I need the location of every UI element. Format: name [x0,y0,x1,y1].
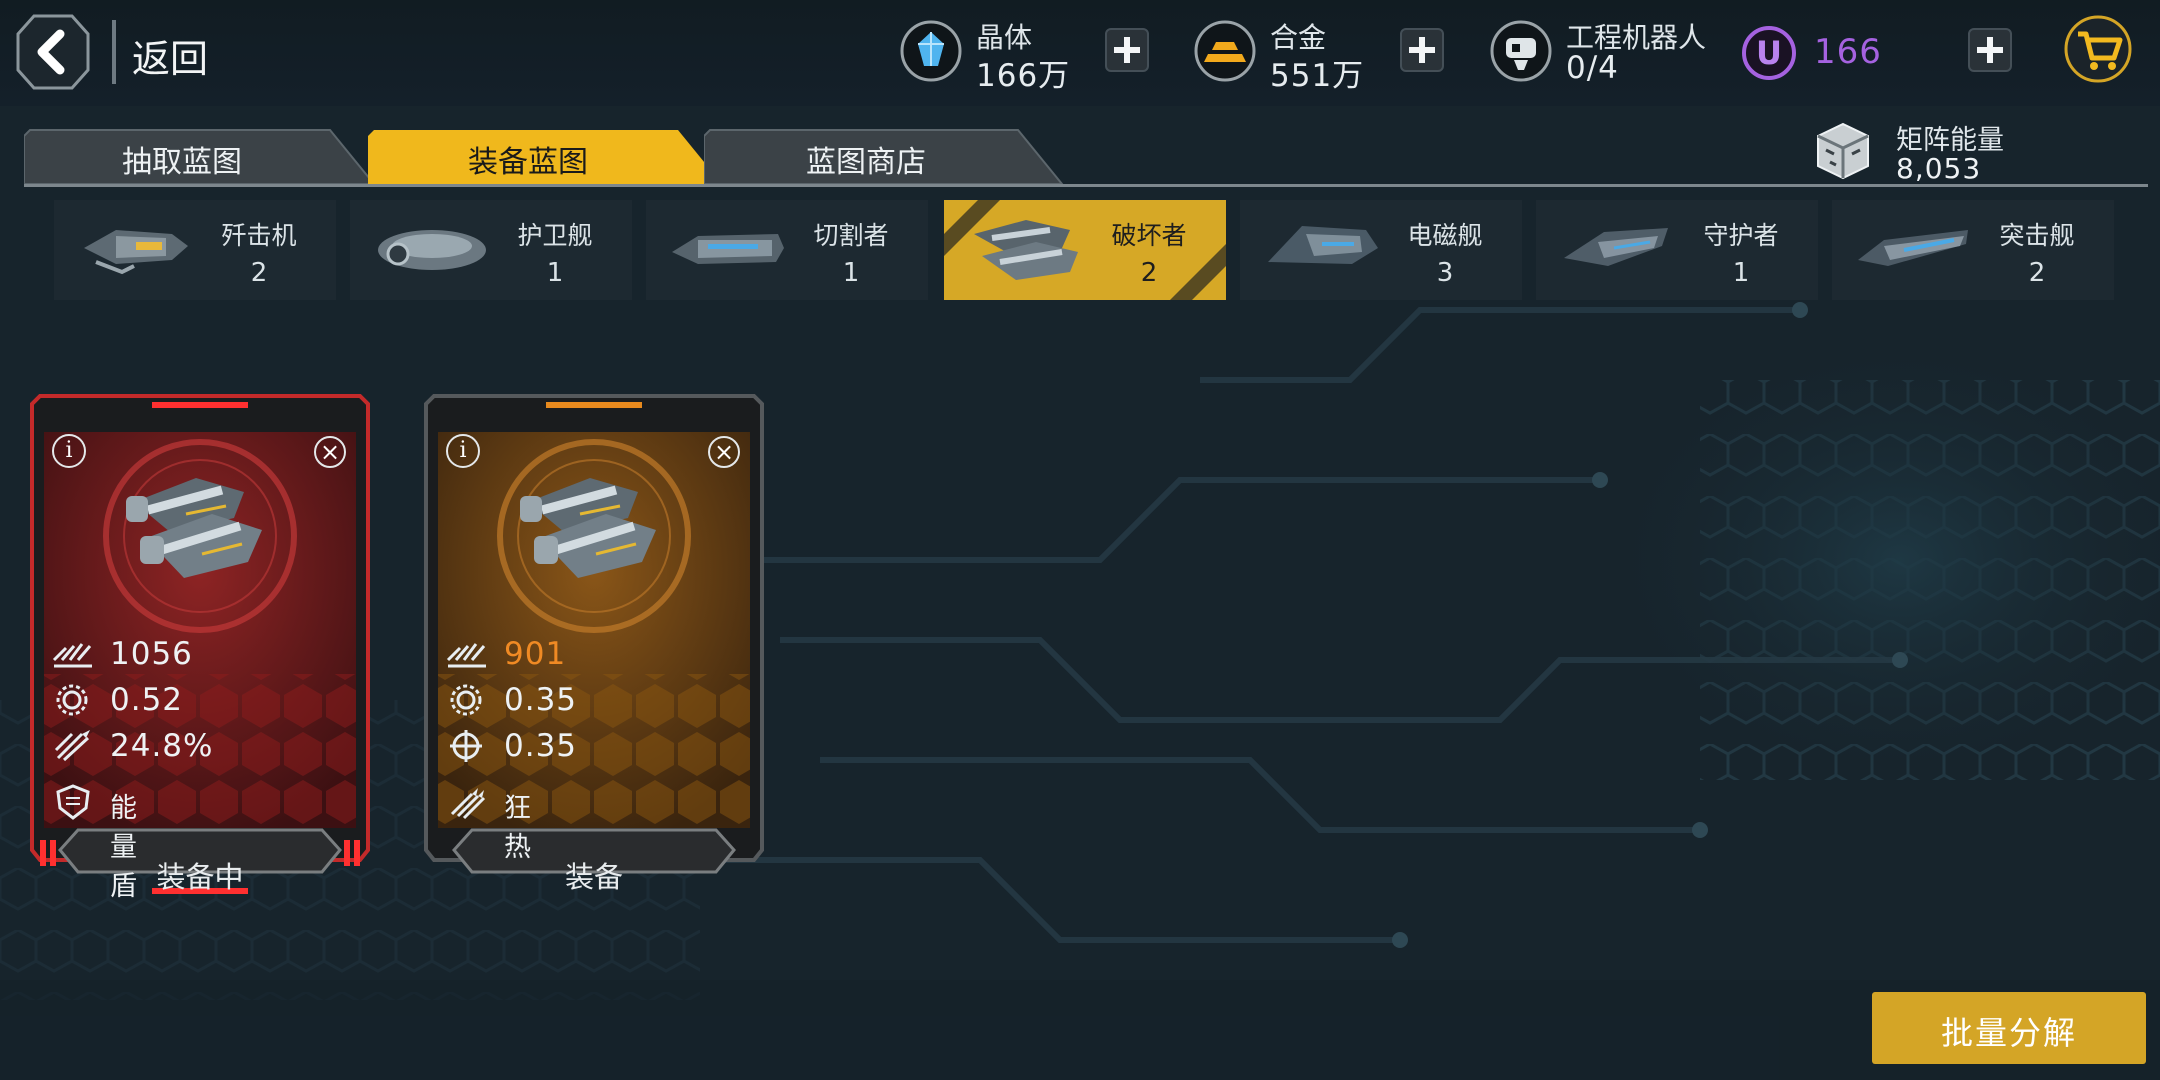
info-icon[interactable]: i [446,434,480,468]
robot-resource: 工程机器人 0/4 [1490,14,1730,90]
stat-value: 24.8% [110,728,214,764]
ship-type-guardian[interactable]: 守护者 1 [1536,200,1818,300]
stat-value: 0.35 [504,728,578,764]
ship-assault-icon [1858,230,1968,266]
crystal-resource: 晶体 166万 [900,14,1120,94]
close-icon[interactable]: × [708,436,740,468]
tab-blueprint-shop[interactable]: 蓝图商店 [704,128,1064,184]
crystal-icon [900,20,962,82]
ship-type-em-ship[interactable]: 电磁舰 3 [1240,200,1522,300]
tab-label: 蓝图商店 [806,145,926,180]
ship-name: 切割者 [813,221,889,250]
crystal-value: 166万 [976,58,1071,94]
ship-count: 1 [1732,258,1750,288]
ship-count: 2 [2028,258,2046,288]
cart-icon [2064,15,2132,83]
header-divider [112,20,116,84]
ship-count: 2 [1140,258,1158,288]
blueprint-card[interactable]: i × 901 0.35 0.35 狂热 装备 [424,394,764,900]
ship-name: 突击舰 [1999,221,2075,250]
tab-draw-blueprint[interactable]: 抽取蓝图 [24,128,376,184]
ship-type-fighter[interactable]: 歼击机 2 [54,200,336,300]
tab-underline [24,184,2148,187]
stat-value: 0.52 [110,682,184,718]
ship-name: 破坏者 [1111,221,1187,250]
batch-decompose-button[interactable]: 批量分解 [1872,992,2146,1064]
damage-icon [446,643,486,668]
ship-em-icon [1268,226,1378,264]
ship-name: 歼击机 [221,221,297,250]
stat-value: 901 [504,636,567,672]
alloy-icon [1194,20,1256,82]
blueprint-card[interactable]: i × 1056 0.52 24.8% 能量盾 装备中 [30,394,370,902]
matrix-cube-icon [1817,122,1869,180]
top-bar: 返回 晶体 166万 合金 551万 工程机器人 0/4 U 166 [0,0,2160,106]
skill-label: 狂热 [504,793,531,863]
ship-name: 守护者 [1703,221,1779,250]
target-icon [450,730,482,762]
shop-cart-button[interactable] [2064,14,2132,84]
close-icon[interactable]: × [314,436,346,468]
fire-rate-icon [56,684,88,716]
u-currency-resource: U 166 [1742,14,1922,90]
ship-destroyer-icon [974,220,1078,280]
ship-type-destroyer[interactable]: 破坏者 2 [944,200,1226,300]
matrix-energy: 矩阵能量 8,053 [1808,118,2138,185]
stat-value: 0.35 [504,682,578,718]
equip-button[interactable]: 装备 [424,854,764,896]
ship-guardian-icon [1564,228,1668,266]
shield-icon [56,784,90,820]
u-currency-add-button[interactable] [1968,28,2012,72]
ship-type-assault[interactable]: 突击舰 2 [1832,200,2114,300]
crystal-add-button[interactable] [1105,28,1149,72]
alloy-value: 551万 [1270,58,1365,94]
back-arrow-icon [16,14,90,90]
ship-type-escort[interactable]: 护卫舰 1 [350,200,632,300]
ship-count: 3 [1436,258,1454,288]
alloy-add-button[interactable] [1400,28,1444,72]
ship-count: 1 [842,258,860,288]
ship-fighter-icon [84,230,188,275]
back-button[interactable] [14,12,92,92]
alloy-resource: 合金 551万 [1194,14,1414,94]
fire-rate-icon [450,684,482,716]
ship-name: 护卫舰 [517,221,593,250]
ship-cutter-icon [672,234,784,264]
ship-type-cutter[interactable]: 切割者 1 [646,200,928,300]
damage-icon [52,643,92,668]
tab-label: 装备蓝图 [468,145,588,180]
tab-label: 抽取蓝图 [122,145,242,180]
ship-count: 2 [250,258,268,288]
missile-icon [54,730,90,762]
robot-value: 0/4 [1566,50,1619,86]
stat-value: 1056 [110,636,193,672]
back-label[interactable]: 返回 [132,28,208,83]
robot-icon [1490,20,1552,82]
ship-count: 1 [546,258,564,288]
equipped-button[interactable]: 装备中 [30,854,370,896]
info-icon[interactable]: i [52,434,86,468]
u-currency-value: 166 [1814,32,1882,72]
ship-name: 电磁舰 [1407,221,1483,250]
ship-escort-icon [378,230,486,270]
matrix-value: 8,053 [1896,152,1982,185]
frenzy-icon [450,788,486,820]
u-coin-icon: U [1742,26,1796,80]
tab-equip-blueprint[interactable]: 装备蓝图 [368,128,724,184]
bottom-strip [0,980,2160,1080]
batch-decompose-label: 批量分解 [1940,1014,2077,1052]
